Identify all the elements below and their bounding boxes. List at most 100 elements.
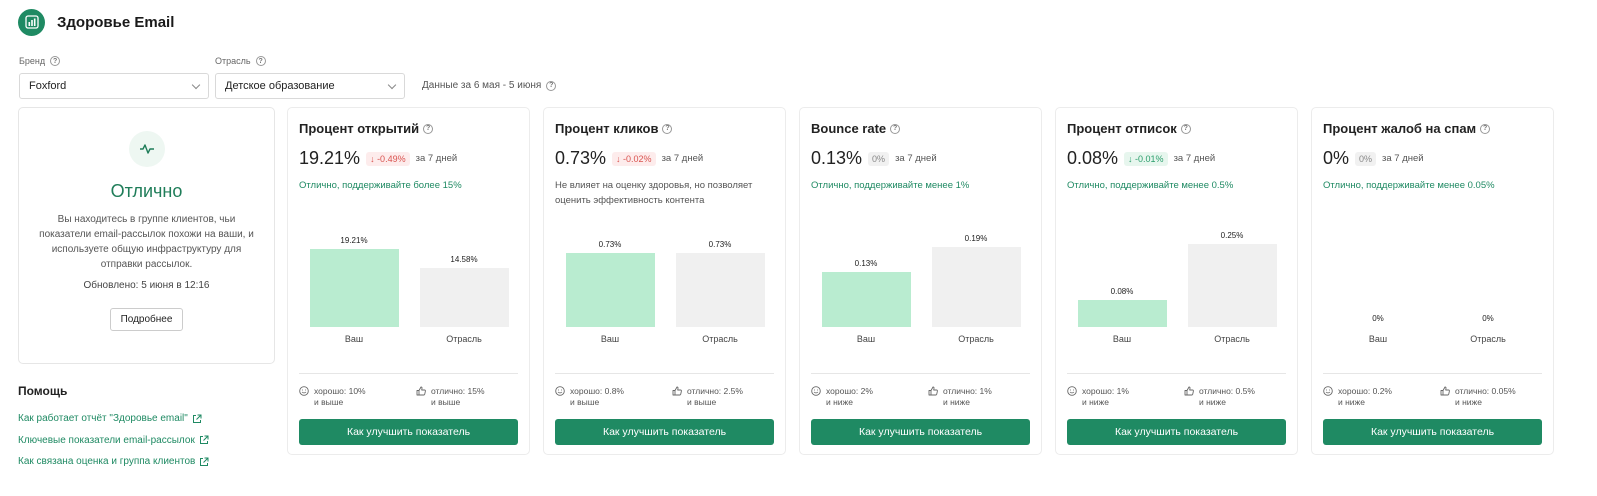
metric-period: за 7 дней xyxy=(661,153,704,164)
benchmark-good-sub: и ниже xyxy=(1338,397,1365,407)
benchmark-great-label: отлично: 1% xyxy=(943,386,992,396)
metric-value-row: 0.13% 0% за 7 дней xyxy=(811,148,937,169)
bar-axis-industry: Отрасль xyxy=(1214,334,1250,344)
help-icon[interactable]: ? xyxy=(890,123,901,134)
chevron-down-icon xyxy=(191,80,201,89)
external-link-icon xyxy=(192,414,202,423)
bar-axis-industry: Отрасль xyxy=(702,334,738,344)
metric-card-unsubscribe-rate: Процент отписок? 0.08% ↓ -0.01% за 7 дне… xyxy=(1055,107,1298,455)
bar-value-industry: 0% xyxy=(1482,314,1494,323)
benchmark-good: хорошо: 0.8% и выше xyxy=(555,386,624,408)
bar-industry xyxy=(1187,244,1277,327)
bar-value-yours: 0.13% xyxy=(854,259,878,268)
help-icon[interactable]: ? xyxy=(546,80,557,91)
help-icon[interactable]: ? xyxy=(50,56,61,66)
benchmark-great-sub: и ниже xyxy=(1199,397,1226,407)
benchmark-good-sub: и ниже xyxy=(826,397,853,407)
improve-metric-button[interactable]: Как улучшить показатель xyxy=(555,419,774,445)
improve-metric-button[interactable]: Как улучшить показатель xyxy=(299,419,518,445)
metric-value-row: 0% 0% за 7 дней xyxy=(1323,148,1424,169)
smile-icon xyxy=(811,386,821,396)
app-header: Здоровье Email xyxy=(18,8,174,36)
help-link-text[interactable]: Ключевые показатели email-рассылок xyxy=(18,435,195,446)
bar-axis-industry: Отрасль xyxy=(1470,334,1506,344)
help-link[interactable]: Ключевые показатели email-рассылок xyxy=(18,430,209,452)
bar-axis-industry: Отрасль xyxy=(446,334,482,344)
bar-axis-yours: Ваш xyxy=(600,334,620,344)
metric-note: Не влияет на оценку здоровья, но позволя… xyxy=(555,180,753,206)
benchmark-good: хорошо: 1% и ниже xyxy=(1067,386,1129,408)
metric-value: 19.21% xyxy=(299,148,361,168)
metric-period: за 7 дней xyxy=(415,153,458,164)
benchmark-great-sub: и выше xyxy=(431,397,461,407)
metric-title: Процент кликов? xyxy=(555,121,673,136)
smile-icon xyxy=(299,386,309,396)
brand-label-text: Бренд xyxy=(19,56,46,66)
benchmark-good-label: хорошо: 2% xyxy=(826,386,873,396)
bar-value-industry: 14.58% xyxy=(450,255,478,264)
metric-period: за 7 дней xyxy=(1382,153,1424,164)
brand-select[interactable]: Foxford xyxy=(19,73,209,99)
bar-yours xyxy=(565,253,655,327)
improve-metric-button[interactable]: Как улучшить показатель xyxy=(1323,419,1542,445)
metric-note: Отлично, поддерживайте менее 1% xyxy=(811,180,970,191)
help-link[interactable]: Как связана оценка и группа клиентов xyxy=(18,451,209,473)
metric-value: 0% xyxy=(1323,148,1350,168)
bar-value-yours: 0.08% xyxy=(1110,287,1134,296)
thumbs-up-icon xyxy=(416,386,426,396)
industry-label: Отрасль ? xyxy=(215,56,266,66)
help-title: Помощь xyxy=(18,384,68,398)
help-icon[interactable]: ? xyxy=(423,123,434,134)
external-link-icon xyxy=(200,457,209,466)
metric-title: Процент жалоб на спам? xyxy=(1323,121,1491,136)
health-updated: Обновлено: 5 июня в 12:16 xyxy=(83,280,210,291)
benchmark-great: отлично: 2.5% и выше xyxy=(672,386,743,408)
benchmark-good-label: хорошо: 10% xyxy=(314,386,366,396)
page-title: Здоровье Email xyxy=(57,13,175,31)
help-icon[interactable]: ? xyxy=(1480,123,1491,134)
metric-title-text: Bounce rate xyxy=(811,121,887,136)
bar-yours xyxy=(309,249,399,327)
metric-note: Отлично, поддерживайте менее 0.5% xyxy=(1067,180,1234,191)
chevron-down-icon xyxy=(387,80,397,89)
help-icon[interactable]: ? xyxy=(1180,123,1191,134)
industry-select[interactable]: Детское образование xyxy=(215,73,405,99)
industry-label-text: Отрасль xyxy=(215,56,251,66)
help-link[interactable]: Как работает отчёт "Здоровье email" xyxy=(18,408,209,430)
metric-title: Процент отписок? xyxy=(1067,121,1191,136)
metric-note: Отлично, поддерживайте менее 0.05% xyxy=(1323,180,1495,191)
metric-title-text: Процент отписок xyxy=(1067,121,1177,136)
improve-metric-button[interactable]: Как улучшить показатель xyxy=(1067,419,1286,445)
divider xyxy=(811,373,1030,374)
bar-value-industry: 0.19% xyxy=(964,234,988,243)
metric-card-click-rate: Процент кликов? 0.73% ↓ -0.02% за 7 дней… xyxy=(543,107,786,455)
metric-card-spam-rate: Процент жалоб на спам? 0% 0% за 7 дней О… xyxy=(1311,107,1554,455)
metric-delta: ↓ -0.02% xyxy=(612,151,656,166)
help-section: Помощь Как работает отчёт "Здоровье emai… xyxy=(18,384,209,473)
bar-industry xyxy=(931,247,1021,327)
industry-select-value: Детское образование xyxy=(225,80,335,92)
help-link-text[interactable]: Как работает отчёт "Здоровье email" xyxy=(18,413,188,424)
metric-value: 0.13% xyxy=(811,148,863,168)
bar-yours xyxy=(821,272,911,327)
thumbs-up-icon xyxy=(1440,386,1450,396)
metric-period: за 7 дней xyxy=(895,153,937,164)
metric-value-row: 19.21% ↓ -0.49% за 7 дней xyxy=(299,148,457,169)
benchmark-great: отлично: 15% и выше xyxy=(416,386,485,408)
bar-yours xyxy=(1077,300,1167,327)
help-link-text[interactable]: Как связана оценка и группа клиентов xyxy=(18,456,195,467)
metric-value-row: 0.08% ↓ -0.01% за 7 дней xyxy=(1067,148,1215,169)
health-summary-card: Отлично Вы находитесь в группе клиентов,… xyxy=(18,107,275,364)
metric-card-open-rate: Процент открытий? 19.21% ↓ -0.49% за 7 д… xyxy=(287,107,530,455)
help-icon[interactable]: ? xyxy=(662,123,673,134)
benchmark-great: отлично: 0.5% и ниже xyxy=(1184,386,1255,408)
more-button[interactable]: Подробнее xyxy=(109,308,184,331)
brand-select-value: Foxford xyxy=(29,80,67,92)
improve-metric-button[interactable]: Как улучшить показатель xyxy=(811,419,1030,445)
metric-title-text: Процент открытий xyxy=(299,121,420,136)
smile-icon xyxy=(555,386,565,396)
metric-title: Bounce rate? xyxy=(811,121,901,136)
help-icon[interactable]: ? xyxy=(255,56,266,66)
bar-axis-yours: Ваш xyxy=(344,334,364,344)
divider xyxy=(299,373,518,374)
